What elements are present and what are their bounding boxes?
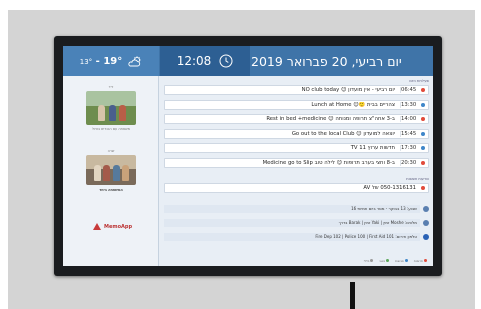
schedule-row[interactable]: 17:30 חדשות ערוץ 11 TV (164, 143, 429, 153)
family-photo-2[interactable] (86, 155, 136, 185)
legend-label: פנאי (379, 259, 386, 263)
legend-item: פגישות (395, 259, 408, 263)
reminder-dot (421, 186, 425, 190)
clock-icon (219, 54, 233, 68)
schedule-section-label: פעילויות היום (409, 79, 429, 83)
legend-swatch (370, 259, 374, 262)
legend-item: כללי (364, 259, 374, 263)
info-text: טלפון חירום: Fire Dep 102 | Police 100 |… (164, 232, 420, 241)
temperature: 13° - 19° (80, 56, 122, 67)
person-figure (103, 165, 110, 181)
event-time: 20:30 (400, 159, 419, 166)
photo2-caption-top: שרה (107, 149, 115, 153)
event-time: 13:30 (400, 101, 419, 108)
event-title: ב-3 אחה"צ תרופה ומנוחה 😊 Rest in bed +me… (266, 116, 395, 122)
category-dot (421, 117, 425, 121)
calendar-icon (423, 205, 429, 212)
person-figure (98, 105, 105, 121)
app-logo: MemoApp (93, 223, 132, 230)
schedule-row[interactable]: 14:00 ב-3 אחה"צ תרופה ומנוחה 😊 Rest in be… (164, 114, 429, 124)
partly-cloudy-icon (128, 55, 141, 66)
temperature-high: 19° (103, 55, 123, 67)
phone-reminder-text: 050-1316131 של AV (363, 185, 416, 191)
event-title: יוצאה למועדון 😊 Go out to the local Club (291, 130, 395, 137)
info-row: מלווים: Moshe זמין | Yaki זמין | Barak ב… (164, 218, 429, 227)
phone-reminder-row[interactable]: 050-1316131 של AV (164, 183, 429, 193)
schedule-panel: פעילויות היום 06:45 יום רביעי - אין מועדו… (160, 76, 433, 266)
schedule-row[interactable]: 06:45 יום רביעי - אין מועדון 😊 NO club to… (164, 85, 429, 95)
event-time: 14:00 (400, 116, 419, 122)
person-figure (113, 165, 120, 181)
event-time: 15:45 (400, 130, 419, 137)
info-row: טלפון חירום: Fire Dep 102 | Police 100 |… (164, 232, 429, 241)
info-icon (423, 233, 429, 240)
category-dot (421, 160, 425, 165)
clock-widget: 12:08 (160, 46, 250, 76)
event-time: 17:30 (400, 145, 419, 151)
legend-swatch (424, 259, 427, 262)
family-photo-1[interactable] (86, 91, 136, 125)
event-title: חדשות ערוץ 11 TV (350, 145, 395, 151)
temperature-low: 13° (79, 57, 93, 66)
schedule-row[interactable]: 20:30 ב-8 וחצי בערב תרופות 😊 לילה טוב Med… (164, 157, 429, 168)
person-figure (94, 165, 101, 181)
dashboard-screen: 13° - 19° 12:08 יום רביעי, 20 פברואר 201… (63, 46, 433, 266)
event-title: ב-8 וחצי בערב תרופות 😊 לילה טוב Medicine… (262, 159, 395, 166)
category-legend: תרופות פגישות פנאי כללי (364, 259, 427, 263)
weather-widget: 13° - 19° (63, 46, 159, 76)
legend-label: פגישות (395, 259, 404, 263)
logo-text: MemoApp (104, 223, 133, 230)
legend-swatch (386, 259, 390, 262)
info-row: שבוע: 13 בבוקר - מסר ביום חמישי 16 (164, 204, 429, 213)
category-dot (421, 102, 425, 107)
category-dot (421, 131, 425, 136)
event-title: צהריים בבית 🙂😊 Lunch at Home (311, 101, 395, 108)
event-time: 06:45 (400, 87, 419, 93)
person-figure (119, 105, 126, 121)
legend-label: כללי (363, 259, 370, 263)
photo1-caption: משפחה עם הנכדים בטיול (91, 127, 131, 131)
logo-icon (93, 223, 101, 230)
photo2-caption: המשפחה ביחד (99, 188, 123, 192)
legend-swatch (404, 259, 408, 262)
legend-item: פנאי (379, 259, 390, 263)
category-dot (421, 146, 425, 150)
scene: 13° - 19° 12:08 יום רביעי, 20 פברואר 201… (0, 0, 481, 309)
person-figure (109, 105, 116, 121)
legend-label: תרופות (413, 259, 423, 263)
event-title: יום רביעי - אין מועדון 😊 NO club today (301, 87, 395, 93)
photo1-caption-top: ירד (108, 85, 114, 89)
schedule-row[interactable]: 13:30 צהריים בבית 🙂😊 Lunch at Home (164, 99, 429, 110)
info-text: מלווים: Moshe זמין | Yaki זמין | Barak ב… (164, 218, 420, 227)
people-icon (423, 219, 429, 226)
schedule-row[interactable]: 15:45 יוצאה למועדון 😊 Go out to the local… (164, 128, 429, 139)
monitor-stand (350, 282, 355, 309)
reminders-section-label: הודעות חשובות (406, 177, 429, 181)
person-figure (122, 165, 129, 181)
photo-sidebar: ירד משפחה עם הנכדים בטיול שרה המשפחה ביח… (63, 76, 159, 266)
date-display: יום רביעי, 20 פברואר 2019 (251, 53, 402, 69)
category-dot (421, 88, 425, 92)
info-text: שבוע: 13 בבוקר - מסר ביום חמישי 16 (164, 204, 420, 213)
legend-item: תרופות (414, 259, 427, 263)
clock-time: 12:08 (176, 54, 212, 68)
